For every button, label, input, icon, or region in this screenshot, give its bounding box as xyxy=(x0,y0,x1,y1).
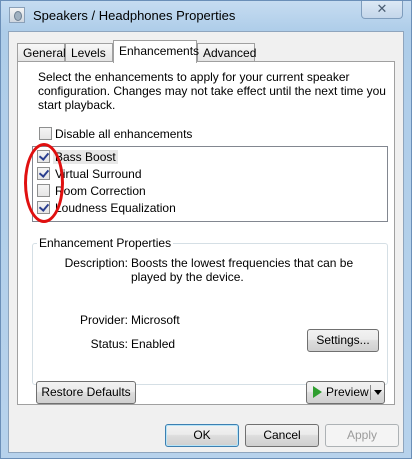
preview-split-button[interactable]: Preview xyxy=(306,381,385,404)
ok-button[interactable]: OK xyxy=(165,424,239,447)
description-label: Description: xyxy=(64,256,128,270)
description-value: Boosts the lowest frequencies that can b… xyxy=(131,256,354,284)
restore-defaults-button[interactable]: Restore Defaults xyxy=(36,381,136,404)
list-item-virtual-surround[interactable]: Virtual Surround xyxy=(37,166,144,183)
virtual-surround-checkbox[interactable] xyxy=(37,167,50,181)
provider-value: Microsoft xyxy=(131,313,180,327)
play-icon xyxy=(313,385,322,398)
tab-levels[interactable]: Levels xyxy=(65,43,113,62)
properties-window: Speakers / Headphones Properties ✕ Gener… xyxy=(0,0,412,459)
tab-enhancements[interactable]: Enhancements xyxy=(113,40,199,63)
dialog-client-area: General Levels Enhancements Advanced Sel… xyxy=(8,31,404,453)
title-bar[interactable]: Speakers / Headphones Properties ✕ xyxy=(1,1,411,31)
virtual-surround-label: Virtual Surround xyxy=(55,167,142,181)
bass-boost-checkbox[interactable] xyxy=(37,150,50,164)
enhancements-list[interactable]: Bass Boost Virtual Surround Room Correct… xyxy=(32,146,388,222)
list-item-loudness-equalization[interactable]: Loudness Equalization xyxy=(37,200,178,217)
room-correction-checkbox[interactable] xyxy=(37,184,50,198)
split-separator xyxy=(370,385,371,400)
apply-button[interactable]: Apply xyxy=(325,424,399,447)
settings-button[interactable]: Settings... xyxy=(307,329,379,352)
disable-all-checkbox[interactable] xyxy=(39,127,52,141)
cancel-button[interactable]: Cancel xyxy=(245,424,319,447)
enhancements-description: Select the enhancements to apply for you… xyxy=(38,70,386,112)
list-item-bass-boost[interactable]: Bass Boost xyxy=(37,149,118,166)
disable-all-label: Disable all enhancements xyxy=(55,127,193,141)
provider-label: Provider: xyxy=(79,313,128,327)
speaker-app-icon xyxy=(9,7,25,23)
enhancement-properties-title: Enhancement Properties xyxy=(37,236,174,250)
status-label: Status: xyxy=(90,337,128,351)
chevron-down-icon[interactable] xyxy=(374,390,382,395)
list-item-room-correction[interactable]: Room Correction xyxy=(37,183,148,200)
room-correction-label: Room Correction xyxy=(55,184,146,198)
loudness-equalization-label: Loudness Equalization xyxy=(55,201,176,215)
disable-all-row[interactable]: Disable all enhancements xyxy=(39,126,192,142)
tab-advanced[interactable]: Advanced xyxy=(197,43,256,62)
tab-general[interactable]: General xyxy=(17,43,66,62)
close-button[interactable]: ✕ xyxy=(361,1,403,19)
window-title: Speakers / Headphones Properties xyxy=(33,8,236,23)
loudness-equalization-checkbox[interactable] xyxy=(37,201,50,215)
enhancements-panel: Select the enhancements to apply for you… xyxy=(17,61,395,405)
preview-label: Preview xyxy=(326,385,369,399)
status-value: Enabled xyxy=(131,337,176,351)
bass-boost-label: Bass Boost xyxy=(53,150,118,164)
